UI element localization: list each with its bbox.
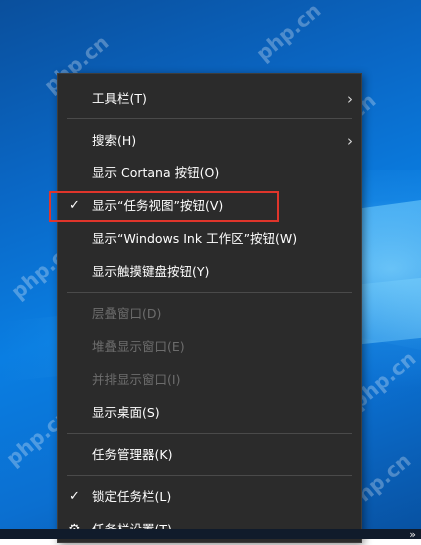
menu-item-show-touch-keyboard[interactable]: 显示触摸键盘按钮(Y)	[58, 257, 361, 287]
submenu-chevron-icon: ›	[347, 132, 353, 150]
menu-item-show-windows-ink[interactable]: 显示“Windows Ink 工作区”按钮(W)	[58, 224, 361, 254]
menu-item-show-desktop[interactable]: 显示桌面(S)	[58, 398, 361, 428]
menu-item-side-by-side-windows: 并排显示窗口(I)	[58, 365, 361, 395]
menu-separator	[67, 118, 352, 119]
menu-item-task-manager[interactable]: 任务管理器(K)	[58, 440, 361, 470]
menu-item-label: 堆叠显示窗口(E)	[92, 339, 185, 354]
menu-item-label: 任务管理器(K)	[92, 447, 173, 462]
menu-item-label: 搜索(H)	[92, 133, 137, 148]
submenu-chevron-icon: ›	[347, 90, 353, 108]
menu-separator	[67, 292, 352, 293]
menu-item-show-cortana[interactable]: 显示 Cortana 按钮(O)	[58, 158, 361, 188]
menu-item-label: 显示“任务视图”按钮(V)	[92, 198, 224, 213]
menu-item-label: 显示 Cortana 按钮(O)	[92, 165, 220, 180]
menu-item-label: 显示触摸键盘按钮(Y)	[92, 264, 210, 279]
menu-item-show-task-view[interactable]: ✓ 显示“任务视图”按钮(V)	[58, 191, 361, 221]
menu-item-label: 工具栏(T)	[92, 91, 147, 106]
menu-item-label: 层叠窗口(D)	[92, 306, 162, 321]
menu-item-search[interactable]: 搜索(H) ›	[58, 126, 361, 156]
menu-item-lock-taskbar[interactable]: ✓ 锁定任务栏(L)	[58, 482, 361, 512]
menu-item-label: 锁定任务栏(L)	[92, 489, 172, 504]
checkmark-icon: ✓	[69, 489, 80, 504]
menu-item-toolbars[interactable]: 工具栏(T) ›	[58, 84, 361, 114]
menu-item-label: 并排显示窗口(I)	[92, 372, 181, 387]
taskbar[interactable]: »	[0, 528, 421, 541]
menu-item-cascade-windows: 层叠窗口(D)	[58, 299, 361, 329]
menu-separator	[67, 475, 352, 476]
checkmark-icon: ✓	[69, 198, 80, 213]
menu-separator	[67, 433, 352, 434]
menu-item-label: 显示“Windows Ink 工作区”按钮(W)	[92, 231, 298, 246]
menu-item-stack-windows: 堆叠显示窗口(E)	[58, 332, 361, 362]
menu-item-label: 显示桌面(S)	[92, 405, 160, 420]
taskbar-context-menu: 工具栏(T) › 搜索(H) › 显示 Cortana 按钮(O) ✓ 显示“任…	[57, 73, 362, 543]
tray-expand-icon[interactable]: »	[409, 528, 416, 541]
watermark: php.cn	[251, 0, 326, 66]
